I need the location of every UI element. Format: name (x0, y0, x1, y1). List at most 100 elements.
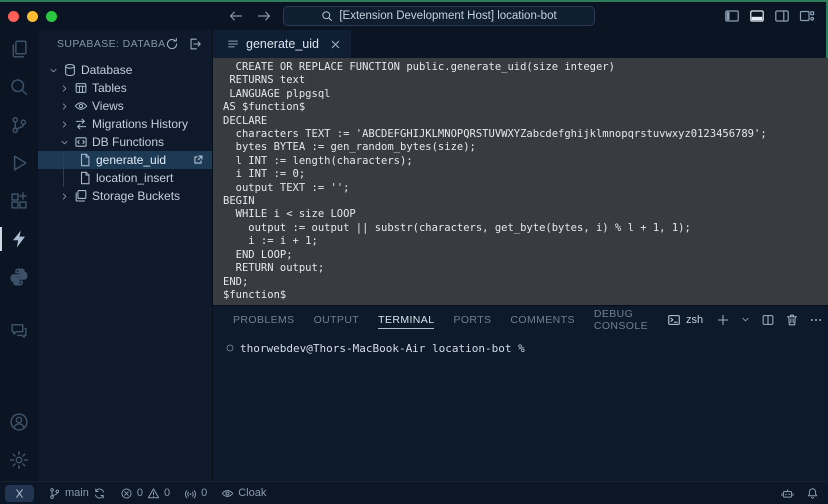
minimize-window-button[interactable] (27, 11, 38, 22)
open-external-icon[interactable] (191, 153, 205, 167)
activity-settings[interactable] (0, 441, 38, 479)
remote-icon (13, 487, 26, 500)
chevron-right-icon (59, 101, 70, 112)
close-window-button[interactable] (8, 11, 19, 22)
tree-item-label: location_insert (96, 171, 173, 185)
toggle-primary-sidebar-button[interactable] (724, 8, 740, 24)
git-branch-icon (48, 487, 61, 500)
zoom-window-button[interactable] (46, 11, 57, 22)
sidebar-header: SUPABASE: DATABASE (38, 30, 212, 58)
chevron-right-icon (59, 191, 70, 202)
status-text: 0 (201, 487, 207, 499)
panel-tab-terminal[interactable]: TERMINAL (378, 306, 434, 333)
tree-item-migrations-history[interactable]: Migrations History (38, 115, 212, 133)
chevron-right-icon (58, 191, 70, 202)
sidebar-title: SUPABASE: DATABASE (57, 38, 165, 50)
panel-tab-comments[interactable]: COMMENTS (510, 306, 574, 333)
list-icon (226, 37, 240, 51)
git-branch-status[interactable]: main (48, 487, 106, 500)
layout-panel-icon (749, 8, 765, 24)
kill-terminal-button[interactable] (785, 313, 799, 327)
toggle-secondary-sidebar-button[interactable] (774, 8, 790, 24)
panel-tab-debug-console[interactable]: DEBUG CONSOLE (594, 306, 648, 333)
terminal-shell-selector[interactable]: zsh (667, 313, 703, 327)
source-control-icon (9, 115, 29, 135)
refresh-button[interactable] (165, 37, 179, 51)
code-line: output TEXT := ''; (223, 182, 828, 195)
code-line: RETURNS text (223, 74, 828, 87)
tree-item-storage-buckets[interactable]: Storage Buckets (38, 187, 212, 205)
panel-tab-output[interactable]: OUTPUT (314, 306, 360, 333)
chevron-right-icon (58, 101, 70, 112)
activity-extensions[interactable] (0, 182, 38, 220)
activity-search[interactable] (0, 68, 38, 106)
database-icon (63, 63, 77, 77)
panel-more-actions-button[interactable] (809, 313, 823, 327)
plus-icon (716, 313, 730, 327)
sidebar: SUPABASE: DATABASE DatabaseTablesViewsMi… (38, 30, 212, 481)
migrations-icon (74, 117, 88, 131)
chevron-down-icon (740, 314, 751, 325)
chevron-right-icon (58, 83, 70, 94)
tree-item-database[interactable]: Database (38, 61, 212, 79)
migrations-icon (74, 117, 88, 131)
code-editor[interactable]: CREATE OR REPLACE FUNCTION public.genera… (213, 58, 828, 305)
code-line: CREATE OR REPLACE FUNCTION public.genera… (223, 61, 828, 74)
activity-comments[interactable] (0, 312, 38, 350)
command-center[interactable]: [Extension Development Host] location-bo… (283, 6, 595, 26)
tree-item-location-insert[interactable]: location_insert (38, 169, 212, 187)
panel-tab-problems[interactable]: PROBLEMS (233, 306, 295, 333)
extensions-icon (9, 191, 29, 211)
open-external-icon (191, 153, 205, 167)
chevron-down-icon (59, 137, 70, 148)
panel-tab-ports[interactable]: PORTS (453, 306, 491, 333)
activity-python[interactable] (0, 258, 38, 296)
python-icon (9, 267, 29, 287)
code-line: LANGUAGE plpgsql (223, 88, 828, 101)
status-bar: main000Cloak (0, 481, 828, 504)
problems-status[interactable]: 00 (120, 487, 170, 500)
ports-status[interactable]: 0 (184, 487, 207, 500)
navigate-back-button[interactable] (228, 8, 244, 24)
code-line: END; (223, 276, 828, 289)
activity-source-control[interactable] (0, 106, 38, 144)
arrow-left-icon (228, 8, 244, 24)
tree-item-generate-uid[interactable]: generate_uid (38, 151, 212, 169)
tree-item-views[interactable]: Views (38, 97, 212, 115)
code-line: RETURN output; (223, 262, 828, 275)
search-icon (321, 10, 333, 22)
tree-item-tables[interactable]: Tables (38, 79, 212, 97)
close-tab-button[interactable] (329, 38, 342, 51)
code-line: END LOOP; (223, 249, 828, 262)
history-navigation (228, 8, 272, 24)
tree-item-db-functions[interactable]: DB Functions (38, 133, 212, 151)
cloak-status[interactable]: Cloak (221, 487, 266, 500)
traffic-lights (8, 11, 57, 22)
chevron-right-icon (59, 83, 70, 94)
circle-outline-icon (225, 343, 235, 353)
status-text: 0 (164, 487, 170, 499)
notifications-bell[interactable] (806, 487, 819, 500)
navigate-forward-button[interactable] (256, 8, 272, 24)
warning-icon (147, 487, 160, 500)
activity-accounts[interactable] (0, 403, 38, 441)
activity-supabase[interactable] (0, 220, 38, 258)
code-line: WHILE i < size LOOP (223, 208, 828, 221)
tab-generate-uid[interactable]: generate_uid (213, 30, 351, 58)
activity-explorer[interactable] (0, 30, 38, 68)
connect-project-button[interactable] (188, 37, 202, 51)
status-text: main (65, 487, 89, 499)
terminal[interactable]: thorwebdev@Thors-MacBook-Air location-bo… (213, 333, 828, 481)
terminal-profile-dropdown[interactable] (740, 314, 751, 325)
activity-run-debug[interactable] (0, 144, 38, 182)
toggle-panel-button[interactable] (749, 8, 765, 24)
remote-indicator[interactable] (5, 485, 34, 502)
arrow-right-icon (256, 8, 272, 24)
code-line: output := output || substr(characters, g… (223, 222, 828, 235)
file-code-icon (78, 153, 92, 167)
copilot-status[interactable] (781, 487, 794, 500)
split-terminal-button[interactable] (761, 313, 775, 327)
new-terminal-button[interactable] (716, 313, 730, 327)
customize-layout-button[interactable] (799, 8, 815, 24)
chevron-right-icon (58, 119, 70, 130)
